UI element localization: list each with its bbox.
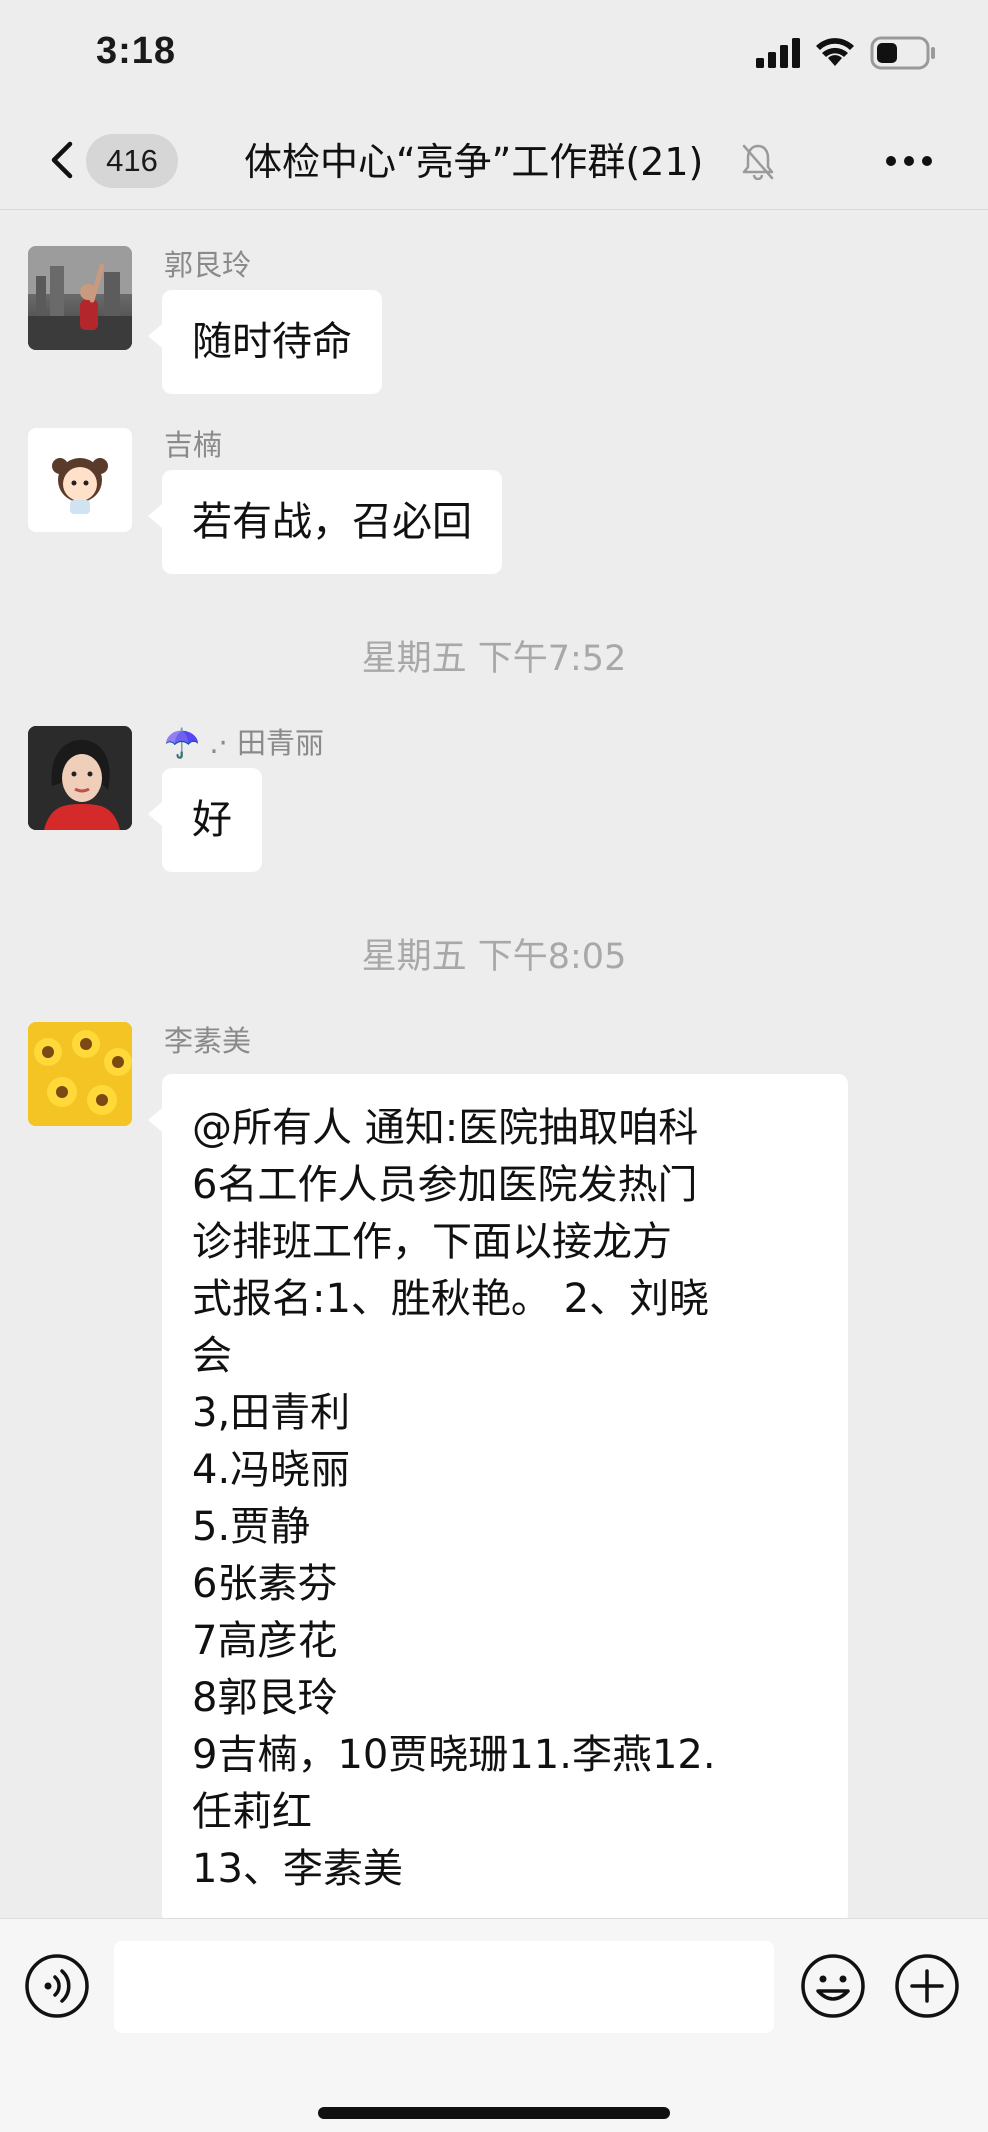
message-line: 13、李素美 (192, 1846, 403, 1892)
sender-name: 郭艮玲 (164, 248, 252, 282)
timestamp: 星期五 下午8:05 (361, 937, 627, 977)
timestamp: 星期五 下午7:52 (361, 639, 627, 679)
message-line: 任莉红 (192, 1789, 312, 1835)
message-line: 9吉楠，10贾晓珊11.李燕12. (192, 1732, 716, 1778)
avatar-photo-icon (28, 246, 132, 350)
status-bar: 3:18 (0, 0, 988, 110)
message-bubble[interactable]: @所有人 通知:医院抽取咱科 6名工作人员参加医院发热门 诊排班工作，下面以接龙… (148, 1074, 848, 1924)
message-line: 会 (192, 1333, 232, 1379)
message-bubble[interactable]: 随时待命 (148, 290, 382, 394)
sunflower-avatar-icon (28, 1022, 132, 1126)
plus-icon[interactable] (894, 1953, 960, 2019)
more-options-icon[interactable] (884, 154, 934, 168)
avatar-photo-icon (28, 726, 132, 830)
message-line: 式报名:1、胜秋艳。 2、刘晓 (192, 1276, 710, 1322)
message-input[interactable] (114, 1941, 774, 2033)
message-line: 6名工作人员参加医院发热门 (192, 1162, 698, 1208)
chat-message-list[interactable]: 郭艮玲 随时待命 吉楠 若有战，召必回 星期五 下午7:52 ☂️ .· 田青丽… (0, 212, 988, 1924)
mute-bell-icon (742, 144, 774, 180)
message-text: 好 (192, 797, 232, 843)
status-time: 3:18 (96, 30, 177, 72)
message-bubble[interactable]: 好 (148, 768, 262, 872)
message-line: 7高彦花 (192, 1618, 338, 1664)
voice-input-icon[interactable] (24, 1953, 90, 2019)
message-text: 随时待命 (192, 319, 352, 365)
message-text: 若有战，召必回 (192, 499, 472, 545)
message-line: 6张素芬 (192, 1561, 338, 1607)
emoji-icon[interactable] (800, 1953, 866, 2019)
message-line: 5.贾静 (192, 1504, 311, 1550)
avatar[interactable] (28, 246, 132, 350)
message-line: 8郭艮玲 (192, 1675, 338, 1721)
avatar[interactable] (28, 428, 132, 532)
message-line: 诊排班工作，下面以接龙方 (192, 1219, 672, 1265)
chat-input-bar (0, 1918, 988, 2132)
avatar[interactable] (28, 1022, 132, 1126)
home-indicator[interactable] (318, 2107, 670, 2119)
message-line: @所有人 通知:医院抽取咱科 (192, 1105, 699, 1151)
back-arrow-icon[interactable] (44, 138, 84, 182)
message-line: 4.冯晓丽 (192, 1447, 351, 1493)
sender-name: 李素美 (164, 1024, 252, 1058)
unread-count-badge[interactable]: 416 (86, 134, 178, 188)
chat-header: 416 体检中心“亮争”工作群(21) (0, 110, 988, 210)
message-bubble[interactable]: 若有战，召必回 (148, 470, 502, 574)
sender-name: 吉楠 (164, 428, 223, 462)
cartoon-girl-avatar-icon (52, 458, 108, 514)
wifi-icon (816, 38, 854, 66)
sender-name: ☂️ .· 田青丽 (164, 726, 324, 760)
avatar[interactable] (28, 726, 132, 830)
chat-title: 体检中心“亮争”工作群(21) (244, 140, 704, 184)
battery-icon (870, 36, 935, 70)
message-line: 3,田青利 (192, 1390, 351, 1436)
signal-icon (756, 38, 800, 68)
